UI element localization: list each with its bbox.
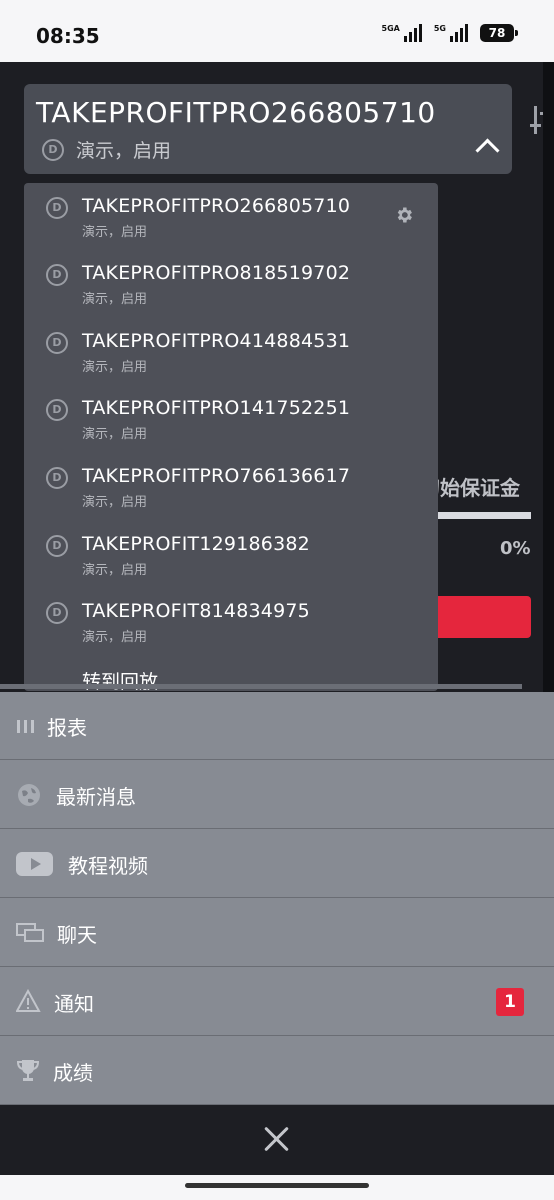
menu-item-news[interactable]: 最新消息 xyxy=(0,761,554,829)
bars-icon xyxy=(17,720,34,733)
menu-item-notifications[interactable]: 通知 1 xyxy=(0,968,554,1036)
demo-icon: D xyxy=(46,535,68,557)
chevron-up-icon[interactable] xyxy=(475,138,500,163)
menu-item-chat[interactable]: 聊天 xyxy=(0,899,554,967)
notification-count-badge: 1 xyxy=(496,988,524,1016)
signal-5ga-icon: 5GA xyxy=(382,24,422,42)
menu-label-reports: 报表 xyxy=(47,716,87,740)
account-option-name: TAKEPROFIT129186382 xyxy=(82,533,310,555)
chat-icon xyxy=(16,923,44,942)
account-subtitle: 演示，启用 xyxy=(76,140,172,162)
account-option-name: TAKEPROFITPRO414884531 xyxy=(82,330,351,352)
account-option-status: 演示，启用 xyxy=(82,360,148,375)
menu-item-tutorials[interactable]: 教程视频 xyxy=(0,830,554,898)
gear-icon[interactable] xyxy=(394,205,414,225)
account-option-name: TAKEPROFITPRO766136617 xyxy=(82,465,351,487)
status-time: 08:35 xyxy=(36,24,100,48)
account-option-status: 演示，启用 xyxy=(82,630,148,645)
demo-icon: D xyxy=(46,197,68,219)
demo-icon: D xyxy=(46,399,68,421)
home-area xyxy=(0,1175,554,1200)
signal-5g-icon: 5G xyxy=(434,24,468,42)
account-option[interactable]: D TAKEPROFITPRO266805710 演示，启用 xyxy=(24,183,438,249)
menu-label-notifications: 通知 xyxy=(54,992,94,1016)
account-selector[interactable]: TAKEPROFITPRO266805710 D 演示，启用 xyxy=(24,84,512,174)
account-option-name: TAKEPROFITPRO818519702 xyxy=(82,262,351,284)
account-subtitle-row: D 演示，启用 xyxy=(42,136,171,163)
account-option[interactable]: D TAKEPROFIT129186382 演示，启用 xyxy=(24,521,438,587)
trophy-icon xyxy=(16,1060,40,1081)
globe-icon xyxy=(18,784,40,806)
dropdown-scrollbar[interactable] xyxy=(0,684,522,689)
demo-icon: D xyxy=(46,332,68,354)
home-indicator[interactable] xyxy=(185,1183,369,1188)
account-option-status: 演示，启用 xyxy=(82,563,148,578)
demo-icon: D xyxy=(46,467,68,489)
account-option-status: 演示，启用 xyxy=(82,427,148,442)
account-option-status: 演示，启用 xyxy=(82,495,148,510)
menu-item-reports[interactable]: 报表 xyxy=(0,692,554,760)
account-option[interactable]: D TAKEPROFITPRO141752251 演示，启用 xyxy=(24,385,438,451)
account-title: TAKEPROFITPRO266805710 xyxy=(36,96,436,129)
account-option-name: TAKEPROFITPRO266805710 xyxy=(82,195,351,217)
margin-percent: 0% xyxy=(500,538,531,559)
signal-5g-label: 5G xyxy=(433,24,446,33)
account-option-name: TAKEPROFIT814834975 xyxy=(82,600,310,622)
margin-bar xyxy=(436,512,531,519)
action-button[interactable] xyxy=(430,596,531,638)
account-option-status: 演示，启用 xyxy=(82,292,148,307)
status-bar: 08:35 5GA 5G 78 xyxy=(0,0,554,62)
account-option[interactable]: D TAKEPROFIT814834975 演示，启用 xyxy=(24,588,438,654)
account-dropdown: D TAKEPROFITPRO266805710 演示，启用 D TAKEPRO… xyxy=(24,183,438,691)
bottom-menu: 报表 最新消息 教程视频 聊天 通知 1 成绩 xyxy=(0,692,554,1105)
close-bar xyxy=(0,1105,554,1175)
screen: 08:35 5GA 5G 78 TAKEPROFITPRO266805710 D… xyxy=(0,0,554,1200)
signal-5ga-label: 5GA xyxy=(381,24,400,33)
menu-label-news: 最新消息 xyxy=(56,785,136,809)
account-option-name: TAKEPROFITPRO141752251 xyxy=(82,397,351,419)
menu-label-tutorials: 教程视频 xyxy=(68,854,148,878)
demo-icon: D xyxy=(42,138,64,161)
menu-label-chat: 聊天 xyxy=(57,923,97,947)
battery-icon: 78 xyxy=(480,24,518,42)
account-option[interactable]: D TAKEPROFITPRO414884531 演示，启用 xyxy=(24,318,438,384)
demo-icon: D xyxy=(46,264,68,286)
status-icons: 5GA 5G 78 xyxy=(382,24,518,42)
menu-item-achievements[interactable]: 成绩 xyxy=(0,1037,554,1105)
close-icon[interactable] xyxy=(263,1125,291,1153)
warning-icon xyxy=(16,989,41,1012)
demo-icon: D xyxy=(46,602,68,624)
video-play-icon xyxy=(16,852,53,876)
account-option[interactable]: D TAKEPROFITPRO766136617 演示，启用 xyxy=(24,453,438,519)
account-option-status: 演示，启用 xyxy=(82,225,148,240)
menu-label-achievements: 成绩 xyxy=(53,1061,93,1085)
account-option[interactable]: D TAKEPROFITPRO818519702 演示，启用 xyxy=(24,250,438,316)
edge-shadow xyxy=(543,62,554,692)
